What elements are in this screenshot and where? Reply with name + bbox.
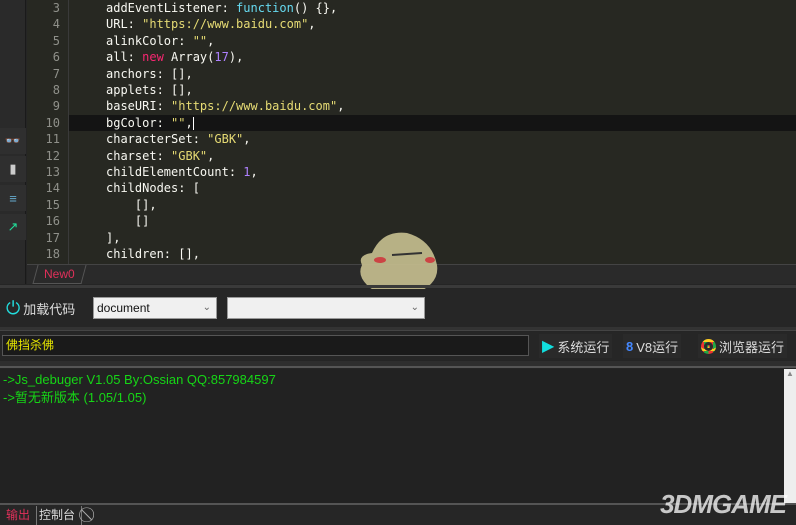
play-icon: ▶ [542, 338, 555, 355]
code-token: baseURI: [106, 99, 172, 114]
clear-icon[interactable]: ⃠ [84, 506, 96, 525]
code-token: [] [106, 214, 150, 229]
binoculars-icon[interactable]: 👓 [0, 128, 26, 154]
code-token: ), [228, 50, 244, 65]
browser-run-button[interactable]: 浏览器运行 [698, 334, 788, 358]
code-token: childElementCount: [106, 165, 244, 179]
chevron-down-icon: ⌄ [410, 302, 419, 313]
line-number: 18 [45, 247, 60, 261]
line-number: 6 [52, 50, 60, 65]
tab-output[interactable]: 输出 [0, 506, 38, 525]
code-token: "GBK" [207, 132, 244, 147]
code-token: childNodes: [ [106, 181, 200, 196]
code-token: "GBK" [171, 148, 208, 163]
line-number: 14 [45, 181, 60, 196]
code-token: 17 [214, 50, 229, 65]
code-line: alinkColor: "", [69, 33, 796, 49]
code-token: alinkColor: [106, 33, 193, 48]
code-token: characterSet: [106, 132, 208, 147]
code-token: all: [106, 50, 143, 65]
chevron-down-icon: ⌄ [202, 302, 211, 313]
code-token: anchors: [], [106, 66, 193, 81]
text-caret [192, 116, 194, 130]
chrome-icon [701, 338, 716, 354]
code-line: [], [69, 197, 796, 213]
line-number: 5 [52, 33, 60, 48]
code-line: bgColor: "", [69, 114, 796, 132]
code-token: bgColor: [106, 115, 172, 130]
code-token: "" [192, 33, 208, 48]
line-number-gutter: 3 4 5 6 7 8 9 10 11 12 13 14 15 16 17 18 [27, 0, 69, 264]
code-token: ], [106, 230, 121, 245]
line-number: 11 [45, 132, 60, 147]
line-number: 17 [45, 230, 60, 245]
code-token: 1 [243, 165, 251, 179]
code-token: addEventListener: [106, 1, 237, 15]
code-token: , [308, 17, 316, 32]
code-token: Array( [163, 50, 215, 65]
code-line: anchors: [], [69, 66, 796, 82]
line-number: 8 [52, 83, 60, 97]
code-token: new [142, 50, 164, 65]
line-number: 16 [45, 214, 60, 229]
line-number: 9 [52, 99, 60, 114]
v8-icon: 8 [626, 338, 634, 354]
tab-console[interactable]: 控制台 [33, 506, 83, 525]
code-line: applets: [], [69, 82, 796, 98]
line-number: 3 [52, 1, 60, 15]
line-number: 7 [52, 66, 60, 81]
code-line: addEventListener: function() {}, [69, 0, 796, 16]
line-number: 4 [52, 17, 60, 32]
code-token: , [207, 148, 215, 163]
code-token: () {}, [293, 1, 338, 15]
code-line: charset: "GBK", [69, 148, 796, 164]
archive-icon[interactable]: ▮ [0, 156, 26, 182]
code-token: , [185, 115, 193, 130]
code-line: characterSet: "GBK", [69, 131, 796, 147]
code-line: childNodes: [ [69, 180, 796, 196]
code-token: children: [], [106, 247, 200, 261]
vertical-scrollbar[interactable]: ▲ [784, 369, 796, 503]
divider [0, 361, 796, 368]
code-token: , [337, 99, 345, 114]
code-line: baseURI: "https://www.baidu.com", [69, 98, 796, 114]
code-line: childElementCount: 1, [69, 164, 796, 180]
line-number: 13 [45, 165, 60, 179]
v8-run-button[interactable]: 8 V8运行 [623, 334, 682, 358]
side-toolbar: 👓 ▮ ≡ ↗ [0, 0, 26, 284]
code-line: URL: "https://www.baidu.com", [69, 16, 796, 32]
tab-new0[interactable]: New0 [32, 265, 87, 284]
code-token: , [243, 132, 251, 147]
code-token: "" [171, 115, 186, 130]
property-select[interactable]: ⌄ [227, 297, 425, 319]
code-token: "https://www.baidu.com" [142, 17, 309, 32]
load-code-button[interactable]: ⏻ 加载代码 [6, 296, 75, 320]
output-line: ->暂无新版本 (1.05/1.05) [3, 390, 147, 405]
output-line: ->Js_debuger V1.05 By:Ossian QQ:85798459… [3, 372, 276, 387]
code-token: "https://www.baidu.com" [171, 99, 338, 114]
code-token: [], [106, 197, 157, 212]
system-run-button[interactable]: ▶ 系统运行 [539, 334, 613, 358]
code-input[interactable]: 佛挡杀佛 [2, 335, 529, 356]
divider [0, 285, 796, 288]
line-number: 12 [45, 148, 60, 163]
code-line: all: new Array(17), [69, 49, 796, 65]
code-token: function [236, 1, 294, 15]
run-bar: 佛挡杀佛 ▶ 系统运行 8 V8运行 浏览器运行 [0, 332, 796, 360]
code-token: applets: [], [106, 83, 193, 97]
external-link-icon[interactable]: ↗ [0, 214, 26, 240]
output-panel: ->Js_debuger V1.05 By:Ossian QQ:85798459… [0, 369, 784, 503]
power-icon: ⏻ [6, 297, 21, 318]
code-token: , [250, 165, 258, 179]
code-token: , [207, 33, 215, 48]
watermark-logo: 3DMGAME [660, 489, 787, 519]
format-icon[interactable]: ≡ [0, 185, 26, 211]
divider [0, 327, 796, 331]
code-token: charset: [106, 148, 172, 163]
object-select[interactable]: document ⌄ [93, 297, 217, 319]
line-number: 10 [45, 115, 60, 130]
code-token: URL: [106, 17, 143, 32]
line-number: 15 [45, 197, 60, 212]
toolbar: ⏻ 加载代码 document ⌄ ⌄ [0, 289, 796, 327]
